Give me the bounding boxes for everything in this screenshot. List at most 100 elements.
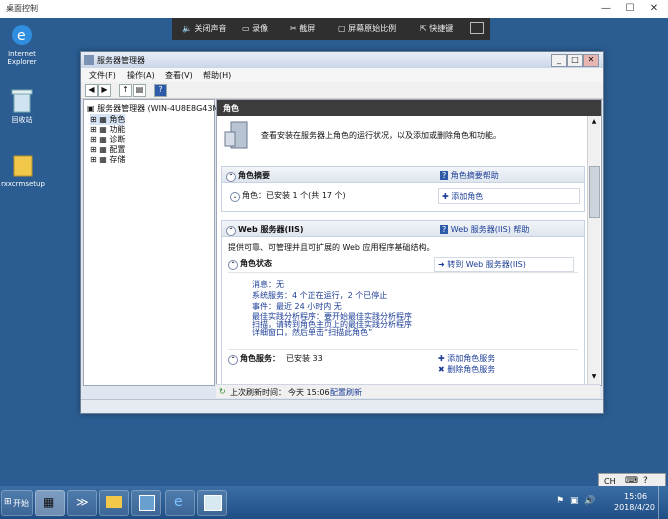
keyboard-icon: ⌨: [625, 476, 638, 486]
ie-icon: e: [12, 25, 32, 45]
fullscreen-icon[interactable]: [470, 22, 484, 34]
refresh-icon: ↻: [219, 387, 226, 396]
scroll-thumb[interactable]: [589, 166, 600, 218]
help-icon[interactable]: ?: [154, 84, 167, 97]
iis-description: 提供可靠、可管理并且可扩展的 Web 应用程序基础结构。: [228, 243, 435, 252]
refresh-status-bar: ↻ 上次刷新时间： 今天 15:06 配置刷新: [216, 384, 600, 398]
iis-header[interactable]: ⌃ Web 服务器(IIS) ? Web 服务器(IIS) 帮助: [222, 221, 584, 237]
show-hide-tree-icon[interactable]: ▤: [133, 84, 146, 97]
outer-title: 桌面控制: [6, 4, 38, 13]
desktop-icon-rxxcrmsetup[interactable]: rxxcrmsetup: [0, 152, 46, 188]
window-title-bar: 服务器管理器 _ □ ✕: [81, 52, 603, 68]
collapse-icon[interactable]: ⌃: [226, 226, 236, 236]
svg-text:e: e: [17, 28, 26, 44]
server-manager-icon: ▦: [43, 495, 55, 509]
folder-icon: [13, 155, 33, 177]
role-summary-section: ⌃ 角色摘要 ? 角色摘要帮助 ⌄ 角色：已安装 1 个(共 17 个) ✚ 添加角…: [221, 166, 585, 212]
scroll-down-icon[interactable]: ▼: [589, 373, 599, 382]
volume-icon[interactable]: 🔊: [584, 496, 595, 506]
outer-title-bar: 桌面控制 — ☐ ✕: [0, 0, 668, 19]
iis-section: ⌃ Web 服务器(IIS) ? Web 服务器(IIS) 帮助 提供可靠、可管理…: [221, 220, 585, 385]
collapse-icon[interactable]: ⌃: [228, 260, 238, 270]
last-refresh-label: 上次刷新时间：: [230, 388, 286, 397]
bpa-note: 最佳实践分析程序：要开始最佳实践分析程序 扫描，请转到角色主页上的最佳实践分析程…: [252, 312, 412, 337]
taskbar-powershell[interactable]: ≫: [67, 490, 97, 516]
remote-toolbar: 🔈 关闭声音 ▭ 录像 ✂ 截屏 ▢ 屏幕原始比例 ⇱ 快捷键: [172, 18, 490, 40]
desktop-icon-recycle-bin[interactable]: 回收站: [2, 88, 42, 124]
outer-close-button[interactable]: ✕: [644, 2, 664, 16]
goto-iis-link[interactable]: ➜ 转到 Web 服务器(IIS): [438, 259, 526, 270]
ime-language: CH: [604, 477, 616, 486]
collapse-icon[interactable]: ⌃: [226, 172, 236, 182]
outer-maximize-button[interactable]: ☐: [620, 2, 640, 16]
server-manager-window: 服务器管理器 _ □ ✕ 文件(F) 操作(A) 查看(V) 帮助(H) ◀ ▶…: [80, 51, 604, 414]
menu-file[interactable]: 文件(F): [89, 70, 116, 81]
up-folder-icon[interactable]: ↑: [119, 84, 132, 97]
menu-action[interactable]: 操作(A): [127, 70, 155, 81]
server-manager-icon: [84, 55, 94, 65]
expand-icon[interactable]: ⌄: [230, 192, 240, 202]
role-services-count: 已安装 33: [286, 354, 323, 363]
help-icon: ?: [440, 171, 449, 180]
clock-date[interactable]: 2018/4/20: [614, 503, 655, 512]
taskbar: ⊞ 开始 ▦ ≫ e ⚑ ▣ 🔊 15:06 2018/4/20: [0, 486, 668, 519]
pane-title: 角色: [223, 104, 239, 113]
last-refresh-time: 今天 15:06: [288, 388, 330, 397]
ie-icon: e: [174, 494, 183, 510]
start-button[interactable]: ⊞ 开始: [1, 490, 33, 516]
taskbar-ie[interactable]: e: [165, 490, 195, 516]
remove-role-services-link[interactable]: ✖ 删除角色服务: [438, 364, 495, 375]
roles-count: ⌄ 角色：已安装 1 个(共 17 个): [230, 190, 346, 202]
window-status-bar: [81, 399, 603, 413]
add-role-link[interactable]: ✚ 添加角色: [442, 191, 483, 202]
taskbar-server-manager[interactable]: ▦: [35, 490, 65, 516]
action-center-icon[interactable]: ⚑: [556, 496, 564, 506]
menu-view[interactable]: 查看(V): [165, 70, 193, 81]
window-minimize-button[interactable]: _: [551, 54, 567, 67]
iis-help-link[interactable]: ? Web 服务器(IIS) 帮助: [440, 224, 529, 235]
menu-bar: 文件(F) 操作(A) 查看(V) 帮助(H): [81, 68, 603, 82]
toolbar: ◀ ▶ ↑ ▤ ?: [81, 82, 603, 99]
help-icon: ?: [440, 225, 449, 234]
window-icon: [139, 495, 155, 511]
role-services-header[interactable]: ⌃ 角色服务：: [228, 353, 280, 365]
window-close-button[interactable]: ✕: [583, 54, 599, 67]
scroll-up-icon[interactable]: ▲: [589, 118, 599, 127]
pane-header: 角色: [217, 100, 601, 116]
pane-scrollbar[interactable]: ▲ ▼: [587, 116, 600, 385]
screenshot-button[interactable]: ✂ 截屏: [290, 23, 315, 34]
desktop-icon-ie[interactable]: e Internet Explorer: [2, 22, 42, 66]
network-icon[interactable]: ▣: [570, 496, 579, 506]
messages-line: 消息：无: [252, 280, 284, 289]
tree-item-storage[interactable]: ⊞ ▦ 存储: [90, 154, 125, 165]
role-summary-header[interactable]: ⌃ 角色摘要 ? 角色摘要帮助: [222, 167, 584, 183]
system-services-line: 系统服务：4 个正在运行，2 个已停止: [252, 291, 388, 300]
recycle-bin-icon: [11, 89, 33, 113]
window-title: 服务器管理器: [97, 56, 145, 65]
original-ratio-button[interactable]: ▢ 屏幕原始比例: [338, 23, 396, 34]
outer-minimize-button[interactable]: —: [596, 2, 616, 16]
forward-arrow-icon[interactable]: ▶: [98, 84, 111, 97]
add-role-services-link[interactable]: ✚ 添加角色服务: [438, 353, 495, 364]
collapse-icon[interactable]: ⌃: [228, 355, 238, 365]
navigation-tree: ▣ 服务器管理器 (WIN-4U8E8G43MV ⊞ ▦ 角色 ⊞ ▦ 功能 ⊞…: [83, 99, 225, 386]
configure-refresh-link[interactable]: 配置刷新: [330, 387, 362, 398]
roles-pane: 角色 查看安装在服务器上角色的运行状况，以及添加或删除角色和功能。 ⌃ 角色摘要 …: [216, 99, 602, 386]
record-button[interactable]: ▭ 录像: [242, 23, 268, 34]
role-status-header[interactable]: ⌃ 角色状态: [228, 258, 272, 270]
taskbar-app2[interactable]: [197, 490, 227, 516]
back-arrow-icon[interactable]: ◀: [85, 84, 98, 97]
menu-help[interactable]: 帮助(H): [203, 70, 231, 81]
show-desktop-button[interactable]: [658, 486, 667, 519]
tree-root[interactable]: ▣ 服务器管理器 (WIN-4U8E8G43MV: [87, 103, 225, 114]
mute-button[interactable]: 🔈 关闭声音: [182, 23, 227, 34]
window-maximize-button[interactable]: □: [567, 54, 583, 67]
powershell-icon: ≫: [76, 495, 89, 509]
folder-icon: [106, 496, 122, 508]
clock-time[interactable]: 15:06: [624, 492, 647, 501]
roles-intro: 查看安装在服务器上角色的运行状况，以及添加或删除角色和功能。: [261, 131, 501, 140]
role-summary-help-link[interactable]: ? 角色摘要帮助: [440, 170, 499, 181]
taskbar-app[interactable]: [131, 490, 161, 516]
taskbar-explorer[interactable]: [99, 490, 129, 516]
shortcut-button[interactable]: ⇱ 快捷键: [420, 23, 453, 34]
